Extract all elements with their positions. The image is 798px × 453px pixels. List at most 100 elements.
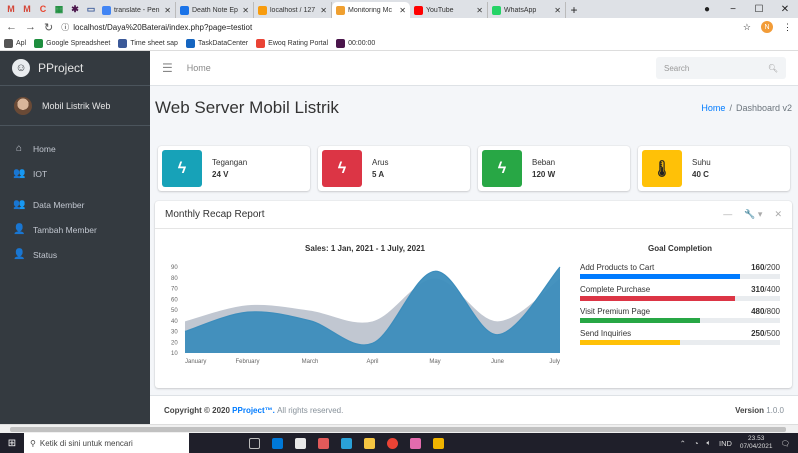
bookmark-item[interactable]: TaskDataCenter <box>185 38 248 48</box>
sidebar-item-home[interactable]: ⌂ Home <box>0 136 150 161</box>
goal-label-row: Add Products to Cart 160/200 <box>580 263 780 272</box>
sidebar-item-data-member[interactable]: 👥 Data Member <box>0 192 150 217</box>
horizontal-scrollbar[interactable] <box>0 424 798 433</box>
top-navbar: ☰ Home Search 🔍︎ <box>150 51 798 86</box>
notification-icon[interactable]: 🗨︎ <box>780 439 790 448</box>
goal-label: Visit Premium Page <box>580 307 651 316</box>
maximize-button[interactable]: ☐ <box>746 4 772 15</box>
breadcrumb-home-link[interactable]: Home <box>701 103 725 113</box>
nav-home-link[interactable]: Home <box>187 63 211 73</box>
browser-tab[interactable]: WhatsApp ✕ <box>488 2 566 18</box>
browser-tab[interactable]: translate - Pen ✕ <box>98 2 176 18</box>
x-tick-label: February <box>235 359 259 365</box>
forward-icon[interactable]: → <box>25 21 36 33</box>
y-tick-label: 80 <box>171 276 178 282</box>
sidebar-item-iot[interactable]: 👥 IOT <box>0 161 150 186</box>
bookmark-label: Ewoq Rating Portal <box>268 39 329 47</box>
browser-tab[interactable]: localhost / 127 ✕ <box>254 2 332 18</box>
bolt-icon: ϟ <box>322 150 362 187</box>
back-icon[interactable]: ← <box>6 21 17 33</box>
timesheet-icon[interactable]: ▭ <box>84 2 98 16</box>
gmail-icon[interactable]: M <box>4 2 18 16</box>
chrome-app-icon[interactable]: C <box>36 2 50 16</box>
bookmark-item[interactable]: Time sheet sap <box>118 38 178 48</box>
bookmark-item[interactable]: Google Spreadsheet <box>34 38 110 48</box>
minimize-button[interactable]: − <box>720 4 746 15</box>
sidebar-item-label: Status <box>33 249 58 260</box>
brand-text: PProject <box>38 61 84 75</box>
user-panel[interactable]: Mobil Listrik Web <box>0 86 150 126</box>
y-tick-label: 50 <box>171 308 178 314</box>
windows-start-icon[interactable]: ⊞ <box>0 438 24 449</box>
bookmark-star-icon[interactable]: ☆ <box>743 22 751 33</box>
wrench-dropdown-icon[interactable]: 🔧 ▾ <box>744 209 762 220</box>
edge-icon[interactable] <box>272 437 283 449</box>
collapse-icon[interactable]: — <box>723 209 732 220</box>
search-input[interactable]: Search 🔍︎ <box>656 57 786 79</box>
sidebar-item-status[interactable]: 👤 Status <box>0 242 150 267</box>
progress-fill <box>580 340 680 345</box>
bookmark-item[interactable]: Apl <box>4 38 26 48</box>
app-icon[interactable] <box>318 437 329 449</box>
footer-brand-link[interactable]: PProject™. <box>232 406 275 415</box>
menu-dots-icon[interactable]: ⋮ <box>783 22 792 33</box>
sidebar-item-label: Home <box>33 143 56 154</box>
search-icon: ⚲ <box>30 438 36 448</box>
new-tab-button[interactable]: + <box>566 2 582 18</box>
close-tab-icon[interactable]: ✕ <box>320 6 327 15</box>
tray-chevron-icon[interactable]: ⌃ <box>680 439 686 448</box>
goal-label: Send Inquiries <box>580 329 632 338</box>
close-tab-icon[interactable]: ✕ <box>164 6 171 15</box>
browser-tab[interactable]: Monitoring Mc ✕ <box>332 2 410 18</box>
y-tick-label: 70 <box>171 287 178 293</box>
goal-item: Visit Premium Page 480/800 <box>580 307 780 323</box>
sidebar-item-tambah-member[interactable]: 👤 Tambah Member <box>0 217 150 242</box>
card-header: Monthly Recap Report — 🔧 ▾ ✕ <box>155 201 792 229</box>
breadcrumb-separator: / <box>729 103 732 113</box>
page-title: Web Server Mobil Listrik <box>155 98 339 117</box>
app-icon[interactable] <box>410 437 421 449</box>
x-tick-label: June <box>491 359 505 365</box>
bookmark-item[interactable]: 00:00:00 <box>336 38 375 48</box>
remove-icon[interactable]: ✕ <box>774 209 782 220</box>
browser-tab[interactable]: YouTube ✕ <box>410 2 488 18</box>
store-icon[interactable] <box>295 437 306 449</box>
close-tab-icon[interactable]: ✕ <box>399 6 406 15</box>
scrollbar-thumb[interactable] <box>10 427 786 432</box>
file-explorer-icon[interactable] <box>364 437 375 449</box>
reload-icon[interactable]: ↻ <box>44 21 53 34</box>
taskbar-search-input[interactable]: ⚲ Ketik di sini untuk mencari <box>24 433 189 453</box>
rights-text: All rights reserved. <box>277 405 344 415</box>
brand-link[interactable]: ☺ PProject <box>0 51 150 86</box>
close-tab-icon[interactable]: ✕ <box>242 6 249 15</box>
info-icon[interactable]: ⓘ <box>61 22 69 33</box>
chrome-icon[interactable] <box>387 437 398 449</box>
profile-avatar[interactable]: N <box>761 21 773 33</box>
language-indicator[interactable]: IND <box>719 439 732 448</box>
task-view-icon[interactable] <box>249 437 260 449</box>
volume-icon[interactable]: 🔈︎ <box>707 438 712 448</box>
slack-icon[interactable]: ✱ <box>68 2 82 16</box>
users-icon: 👥 <box>13 199 26 210</box>
app-icon[interactable] <box>341 437 352 449</box>
search-icon[interactable]: 🔍︎ <box>768 64 778 73</box>
progress-fill <box>580 274 740 279</box>
browser-tab[interactable]: Death Note Ep ✕ <box>176 2 254 18</box>
x-tick-label: January <box>185 359 206 365</box>
info-box-label: Arus <box>372 158 389 167</box>
sheets-icon[interactable]: ▦ <box>52 2 66 16</box>
clock[interactable]: 23.53 07/04/2021 <box>740 435 773 451</box>
address-bar: ← → ↻ ⓘ localhost/Daya%20Baterai/index.p… <box>0 18 798 36</box>
hamburger-menu-icon[interactable]: ☰ <box>162 61 173 75</box>
info-box-text: Beban 120 W <box>532 158 555 179</box>
extension-icon[interactable]: ● <box>694 4 720 15</box>
user-name: Mobil Listrik Web <box>42 100 111 111</box>
bookmark-item[interactable]: Ewoq Rating Portal <box>256 38 329 48</box>
close-window-button[interactable]: ✕ <box>772 4 798 15</box>
gmail-icon[interactable]: M <box>20 2 34 16</box>
close-tab-icon[interactable]: ✕ <box>554 6 561 15</box>
app-icon[interactable] <box>433 437 444 449</box>
network-icon[interactable]: ◔ <box>694 439 699 448</box>
close-tab-icon[interactable]: ✕ <box>476 6 483 15</box>
url-field[interactable]: ⓘ localhost/Daya%20Baterai/index.php?pag… <box>61 22 735 33</box>
